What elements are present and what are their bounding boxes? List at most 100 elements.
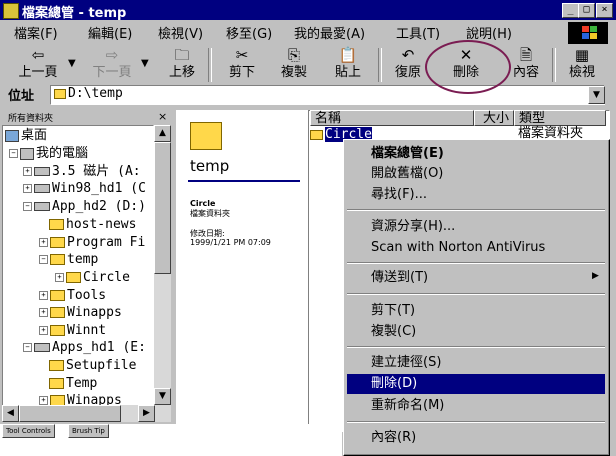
properties-button[interactable]: 🗎 內容 [506, 46, 546, 84]
tree-node-apps-hd1[interactable]: − Apps_hd1 (E: [23, 340, 146, 356]
tree-node-win98[interactable]: + Win98_hd1 (C [23, 181, 146, 197]
menu-help[interactable]: 說明(H) [466, 23, 512, 42]
tree-node-floppy[interactable]: +3.5 磁片 (A: [23, 164, 141, 180]
tab-tool-controls[interactable]: Tool Controls [2, 424, 55, 438]
tab-brush-tip[interactable]: Brush Tip [68, 424, 109, 438]
selected-item-name: Circle [190, 199, 216, 208]
desktop-icon [5, 129, 19, 142]
paste-icon: 📋 [338, 46, 358, 64]
ctx-properties[interactable]: 內容(R) [371, 428, 416, 448]
tree-node-temp[interactable]: − temp [39, 252, 98, 268]
folder-pane-header: 所有資料夾 × [2, 110, 174, 124]
back-dropdown-icon[interactable]: ▼ [68, 58, 76, 69]
ctx-send-to[interactable]: 傳送到(T) [371, 268, 428, 288]
submenu-arrow-icon: ▶ [592, 271, 599, 281]
copy-button[interactable]: ⎘ 複製 [274, 46, 314, 84]
folder-icon [50, 307, 65, 318]
menu-bar: 檔案(F) 編輯(E) 檢視(V) 移至(G) 我的最愛(A) 工具(T) 說明… [0, 20, 560, 42]
folder-icon [49, 360, 64, 371]
forward-button[interactable]: ⇨ 下一頁 [86, 46, 138, 84]
menu-tools[interactable]: 工具(T) [396, 23, 440, 42]
tree-node-my-computer[interactable]: − 我的電腦 [9, 146, 88, 162]
modified-date: 1999/1/21 PM 07:09 [190, 238, 271, 247]
ctx-rename[interactable]: 重新命名(M) [371, 396, 444, 416]
paste-button[interactable]: 📋 貼上 [328, 46, 368, 84]
tree-vertical-scrollbar[interactable]: ▲ ▼ [154, 125, 171, 405]
views-button[interactable]: ▦ 檢視 [562, 46, 602, 84]
ctx-copy[interactable]: 複製(C) [371, 322, 416, 342]
folder-icon [310, 129, 323, 140]
ctx-open[interactable]: 開啟舊檔(O) [371, 164, 443, 184]
tree-node-app-hd2[interactable]: − App_hd2 (D:) [23, 199, 146, 215]
annotation-circle [425, 40, 511, 94]
forward-dropdown-icon[interactable]: ▼ [141, 58, 149, 69]
ctx-find[interactable]: 尋找(F)... [371, 185, 427, 205]
windows-logo-icon [568, 22, 608, 44]
toolbar: ⇦ 上一頁 ▼ ⇨ 下一頁 ▼ 🗀 上移 ✂ 剪下 ⎘ 複製 📋 貼上 ↶ 復原… [0, 44, 616, 86]
tree-node-host-news[interactable]: host-news [49, 217, 136, 233]
tree-node-winapps[interactable]: + Winapps [39, 305, 122, 321]
selected-item-type: 檔案資料夾 [190, 209, 230, 218]
column-header-name[interactable]: 名稱 [310, 110, 474, 126]
drive-icon [34, 202, 50, 211]
menu-view[interactable]: 檢視(V) [158, 23, 203, 42]
ctx-cut[interactable]: 剪下(T) [371, 301, 415, 321]
address-value[interactable]: D:\temp [68, 86, 123, 101]
tree-node-tools[interactable]: + Tools [39, 288, 106, 304]
scroll-thumb[interactable] [154, 142, 171, 274]
scroll-down-icon[interactable]: ▼ [154, 388, 171, 405]
close-button[interactable]: × [596, 3, 613, 18]
properties-icon: 🗎 [519, 46, 533, 64]
ctx-create-shortcut[interactable]: 建立捷徑(S) [371, 353, 441, 373]
scroll-right-icon[interactable]: ▶ [138, 405, 155, 422]
address-dropdown-button[interactable]: ▼ [588, 86, 605, 104]
ctx-sharing[interactable]: 資源分享(H)... [371, 217, 455, 237]
floppy-icon [34, 167, 50, 176]
copy-icon: ⎘ [287, 46, 300, 64]
computer-icon [20, 147, 34, 160]
large-folder-icon [190, 122, 222, 150]
column-header-size[interactable]: 大小 [474, 110, 514, 126]
back-arrow-icon: ⇦ [31, 46, 45, 64]
maximize-button[interactable]: □ [578, 3, 595, 18]
drive-icon [34, 343, 50, 352]
menu-go[interactable]: 移至(G) [226, 23, 272, 42]
folder-tree[interactable]: 桌面 − 我的電腦 +3.5 磁片 (A: + Win98_hd1 (C − App_… [2, 125, 154, 407]
tree-node-setupfile[interactable]: Setupfile [49, 358, 136, 374]
hscroll-thumb[interactable] [19, 405, 121, 422]
ctx-explore[interactable]: 檔案總管(E) [371, 144, 444, 164]
window-title: 檔案總管 - temp [22, 6, 127, 21]
address-input[interactable] [50, 85, 605, 105]
tree-node-desktop[interactable]: 桌面 [5, 128, 47, 144]
drive-icon [34, 184, 50, 193]
back-button[interactable]: ⇦ 上一頁 [12, 46, 64, 84]
tree-node-winnt[interactable]: + Winnt [39, 323, 106, 339]
folder-pane-close-icon[interactable]: × [158, 110, 167, 123]
folder-icon [50, 325, 65, 336]
title-bar[interactable]: 檔案總管 - temp _ □ × [0, 0, 616, 21]
ctx-scan-norton[interactable]: Scan with Norton AntiVirus [371, 238, 545, 258]
up-button[interactable]: 🗀 上移 [162, 46, 202, 84]
scissors-icon: ✂ [235, 46, 249, 64]
folder-icon [49, 219, 64, 230]
menu-file[interactable]: 檔案(F) [14, 23, 58, 42]
explorer-app-icon[interactable] [3, 3, 19, 19]
scroll-left-icon[interactable]: ◀ [2, 405, 19, 422]
tree-horizontal-scrollbar[interactable]: ◀ ▶ [2, 405, 171, 422]
menu-favorites[interactable]: 我的最愛(A) [294, 23, 365, 42]
address-folder-icon [54, 89, 66, 99]
folder-info-title: temp [190, 157, 230, 175]
column-header-type[interactable]: 類型 [514, 110, 606, 126]
folder-info-divider [188, 180, 300, 182]
minimize-button[interactable]: _ [562, 3, 579, 18]
tree-node-program-files[interactable]: + Program Fi [39, 235, 145, 251]
cut-button[interactable]: ✂ 剪下 [222, 46, 262, 84]
undo-icon: ↶ [401, 46, 415, 64]
menu-edit[interactable]: 編輯(E) [88, 23, 132, 42]
scroll-up-icon[interactable]: ▲ [154, 125, 171, 142]
tree-node-temp-e[interactable]: Temp [49, 376, 97, 392]
tree-node-circle[interactable]: + Circle [55, 270, 130, 286]
folder-icon [49, 378, 64, 389]
ctx-delete[interactable]: 刪除(D) [347, 374, 605, 394]
undo-button[interactable]: ↶ 復原 [388, 46, 428, 84]
